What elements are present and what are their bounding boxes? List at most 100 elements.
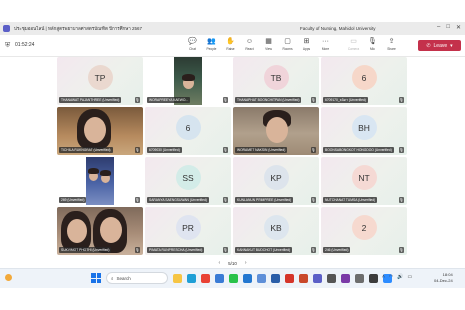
wifi-icon[interactable]: ◠ [389, 274, 393, 280]
participant-video-tile[interactable]: 269 (Unverified) 🎙 [57, 157, 143, 205]
chat-icon: 💬 [188, 38, 197, 45]
participant-avatar: SS [175, 165, 201, 190]
person-face [84, 117, 106, 143]
toolbar-button-label: Camera [347, 47, 360, 51]
powerpoint-icon[interactable] [299, 273, 308, 283]
weather-widget[interactable] [5, 274, 12, 281]
toolbar-button-view[interactable]: ▦ View [259, 37, 278, 55]
toolbar-button-mic[interactable]: 🎙 Mic [363, 37, 382, 55]
participant-name: WORAMET NAKSIN (Unverified) [235, 147, 288, 153]
mic-muted-icon: 🎙 [135, 97, 140, 103]
participant-name: KUNLANUN PRIMPREE (Unverified) [235, 197, 294, 203]
share-icon: ⇪ [388, 38, 395, 45]
toolbar-button-rooms[interactable]: ▢ Rooms [278, 37, 297, 55]
battery-icon[interactable]: ▭ [408, 274, 413, 280]
camera-off-icon: ▭ [350, 38, 357, 45]
photos-icon[interactable] [257, 273, 266, 283]
line-icon[interactable] [229, 273, 238, 283]
start-icon[interactable] [91, 273, 101, 283]
maximize-icon[interactable]: □ [446, 24, 450, 31]
toolbar-button-camera-off[interactable]: ▭ Camera [344, 37, 363, 55]
chevron-up-icon[interactable]: ˄ [382, 274, 385, 280]
person-face [67, 219, 87, 243]
toolbar-button-people[interactable]: 👥 People [202, 37, 221, 55]
leave-button[interactable]: ✆ Leave ▾ [418, 40, 461, 51]
participant-tile[interactable]: 6 6709030 (Unverified) 🎙 [145, 107, 231, 155]
toolbar-button-label: Chat [189, 47, 196, 51]
participant-video-tile[interactable]: WORAPREEYA KAEWO... 🎙 [145, 57, 231, 105]
search-icon: ⌕ [111, 275, 114, 281]
mic-muted-icon: 🎙 [399, 197, 404, 203]
mail-icon[interactable] [243, 273, 252, 283]
mic-muted-icon: 🎙 [311, 147, 316, 153]
participant-tile[interactable]: KB KANNAKUT BUDCHOT (Unverified) 🎙 [233, 207, 319, 255]
participant-name: TICHILA RUKNGRAT (Unverified) [59, 147, 113, 153]
toolbar-button-label: Raise [226, 47, 235, 51]
onenote-icon[interactable] [341, 273, 350, 283]
mic-icon: 🎙 [368, 38, 377, 45]
windows-taskbar: ⌕ Search ˄ ◠ 🔊 ▭ 18:04 04-Dec-24 [0, 268, 465, 288]
person-hair [182, 74, 195, 81]
clock-date: 04-Dec-24 [434, 278, 453, 283]
acrobat-icon[interactable] [285, 273, 294, 283]
video-gallery: TP THANAWAT PAJANTHREE (Unverified) 🎙 WORAP… [0, 57, 465, 267]
chrome-icon[interactable] [201, 273, 210, 283]
app-icon[interactable] [369, 273, 378, 283]
participant-tile[interactable]: PR PIMATA RUNPRESCHA (Unverified) 🎙 [145, 207, 231, 255]
screen: ประชุมออนไลน์ | หลักสูตรพยาบาลศาสตรบัณฑิ… [0, 0, 465, 310]
participant-name: THANAWAT PAJANTHREE (Unverified) [59, 97, 122, 103]
file-explorer-icon[interactable] [173, 273, 182, 283]
mic-muted-icon: 🎙 [311, 247, 316, 253]
participant-video-tile[interactable]: WORAMET NAKSIN (Unverified) 🎙 [233, 107, 319, 155]
volume-icon[interactable]: 🔊 [397, 274, 403, 280]
participant-tile[interactable]: SS SARANYA SAENGSUWAN (Unverified) 🎙 [145, 157, 231, 205]
participant-video-tile[interactable]: TICHILA RUKNGRAT (Unverified) 🎙 [57, 107, 143, 155]
participant-avatar: TB [263, 65, 289, 90]
shield-icon: ⛨ [5, 42, 11, 49]
participant-avatar: 2 [351, 215, 377, 240]
close-icon[interactable]: ✕ [456, 24, 461, 31]
mic-muted-icon: 🎙 [135, 197, 140, 203]
minimize-icon[interactable]: – [437, 24, 440, 31]
participant-tile[interactable]: 6 6709170_ธนิดา (Unverified) 🎙 [321, 57, 407, 105]
toolbar-button-react[interactable]: ☺ React [240, 37, 259, 55]
page-indicator: 5/10 [228, 260, 237, 266]
participant-avatar: KP [263, 165, 289, 190]
organization-label: Faculty of Nursing, Mahidol University [300, 26, 376, 31]
store-icon[interactable] [215, 273, 224, 283]
teams-icon[interactable] [313, 273, 322, 283]
participant-tile[interactable]: 2 246 (Unverified) 🎙 [321, 207, 407, 255]
participant-name: KANNAKUT BUDCHOT (Unverified) [235, 247, 293, 253]
taskbar-search[interactable]: ⌕ Search [106, 272, 168, 284]
participant-video-tile[interactable]: SUKVIMOT PHOTHI (Unverified) 🎙 [57, 207, 143, 255]
chevron-down-icon[interactable]: ▾ [450, 43, 453, 49]
toolbar-button-more[interactable]: ··· More [316, 37, 335, 55]
mic-muted-icon: 🎙 [223, 147, 228, 153]
toolbar-button-raise-hand[interactable]: ✋ Raise [221, 37, 240, 55]
participant-tile[interactable]: KP KUNLANUN PRIMPREE (Unverified) 🎙 [233, 157, 319, 205]
edge-icon[interactable] [187, 273, 196, 283]
mic-muted-icon: 🎙 [223, 97, 228, 103]
apps-icon: ⊞ [303, 38, 310, 45]
participant-tile[interactable]: TB THANAPHAT BOONCHITPAN (Unverified) 🎙 [233, 57, 319, 105]
participant-tile[interactable]: TP THANAWAT PAJANTHREE (Unverified) 🎙 [57, 57, 143, 105]
participant-name: WORAPREEYA KAEWO... [147, 97, 191, 103]
participant-name: SARANYA SAENGSUWAN (Unverified) [147, 197, 209, 203]
word-icon[interactable] [271, 273, 280, 283]
participant-avatar: KB [263, 215, 289, 240]
more-icon: ··· [322, 38, 329, 45]
previous-page-icon[interactable]: ‹ [218, 260, 220, 266]
settings-icon[interactable] [355, 273, 364, 283]
camera-app-icon[interactable] [327, 273, 336, 283]
next-page-icon[interactable]: › [245, 260, 247, 266]
toolbar-button-apps[interactable]: ⊞ Apps [297, 37, 316, 55]
participant-tile[interactable]: NT NUTCHANAT TUMSA (Unverified) 🎙 [321, 157, 407, 205]
view-icon: ▦ [265, 38, 272, 45]
rooms-icon: ▢ [284, 38, 291, 45]
teams-app-icon [3, 25, 10, 32]
participant-tile[interactable]: BH BOONSABONGKOT HONGDOO (Unverified) 🎙 [321, 107, 407, 155]
participant-name: BOONSABONGKOT HONGDOO (Unverified) [323, 147, 394, 153]
taskbar-clock[interactable]: 18:04 04-Dec-24 [434, 272, 453, 284]
toolbar-button-chat[interactable]: 💬 Chat [183, 37, 202, 55]
toolbar-button-share[interactable]: ⇪ Share [382, 37, 401, 55]
